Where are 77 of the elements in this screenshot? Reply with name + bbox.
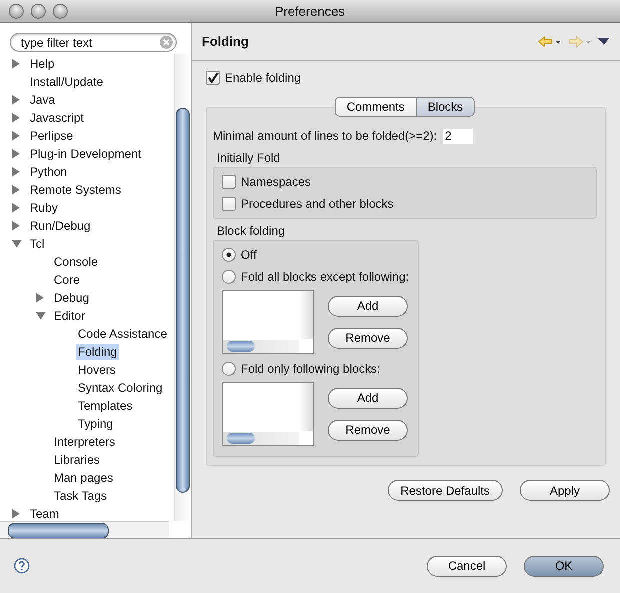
group-title: Initially Fold — [217, 151, 282, 165]
tree-item[interactable]: Editor — [52, 308, 88, 324]
checkbox[interactable] — [222, 197, 236, 211]
expander-icon[interactable] — [12, 240, 22, 248]
tree-item[interactable]: Console — [52, 254, 100, 270]
horizontal-scrollbar[interactable] — [0, 521, 169, 538]
page-button[interactable]: Apply — [520, 480, 610, 501]
back-icon[interactable] — [538, 36, 562, 48]
expander-icon[interactable] — [36, 312, 46, 320]
tree-item[interactable]: Ruby — [28, 200, 60, 216]
expander-icon[interactable] — [12, 221, 20, 231]
tree-item[interactable]: Core — [52, 272, 82, 288]
window-title: Preferences — [274, 4, 346, 18]
tree-item[interactable]: Run/Debug — [28, 218, 93, 234]
tree-item[interactable]: Python — [28, 164, 70, 180]
list-button[interactable]: Remove — [328, 328, 408, 348]
checkbox[interactable] — [206, 71, 220, 85]
help-icon[interactable] — [14, 558, 30, 574]
expander-icon[interactable] — [12, 59, 20, 69]
expander-icon[interactable] — [12, 149, 20, 159]
list-box[interactable] — [222, 290, 314, 354]
menu-icon[interactable] — [598, 38, 610, 46]
radio-button[interactable] — [222, 362, 236, 376]
list-button[interactable]: Add — [328, 388, 408, 408]
list-button[interactable]: Remove — [328, 420, 408, 440]
dialog-button[interactable]: OK — [524, 556, 604, 576]
checkbox-label: Procedures and other blocks — [241, 197, 394, 211]
tree-item[interactable]: Typing — [76, 416, 116, 432]
radio-button[interactable] — [222, 248, 236, 262]
tree-item[interactable]: Plug-in Development — [28, 146, 144, 162]
filter-field[interactable]: type filter text — [10, 33, 177, 52]
radio-button[interactable] — [222, 270, 236, 284]
close-button[interactable] — [9, 4, 24, 18]
checkbox-label: Enable folding — [225, 71, 302, 85]
tree-item[interactable]: Task Tags — [52, 488, 110, 504]
expander-icon[interactable] — [12, 113, 20, 123]
tree-item[interactable]: Install/Update — [28, 74, 106, 90]
tree-item[interactable]: Remote Systems — [28, 182, 124, 198]
scrollbar[interactable] — [174, 54, 191, 521]
tree-item[interactable]: Templates — [76, 398, 135, 414]
tree-item[interactable]: Help — [28, 56, 57, 72]
expander-icon[interactable] — [12, 185, 20, 195]
expander-icon[interactable] — [12, 203, 20, 213]
expander-icon[interactable] — [12, 167, 20, 177]
group-title: Block folding — [217, 224, 286, 238]
tree-item[interactable]: Man pages — [52, 470, 116, 486]
radio-label: Off — [241, 248, 257, 262]
tab[interactable]: Comments — [334, 97, 417, 117]
tree-item[interactable]: Tcl — [28, 236, 47, 252]
tree-item[interactable]: Hovers — [76, 362, 118, 378]
lines-field[interactable]: 2 — [443, 128, 474, 144]
expander-icon[interactable] — [12, 131, 20, 141]
dialog-button[interactable]: Cancel — [427, 556, 507, 576]
field-label: Minimal amount of lines to be folded(>=2): — [213, 129, 438, 143]
checkbox[interactable] — [222, 175, 236, 189]
tree-item[interactable]: Team — [28, 506, 62, 521]
tree-item[interactable]: Perlipse — [28, 128, 76, 144]
tab[interactable]: Blocks — [416, 97, 476, 117]
tree-item[interactable]: Folding — [76, 344, 120, 360]
expander-icon[interactable] — [12, 95, 20, 105]
tree-item[interactable]: Java — [28, 92, 58, 108]
list-box[interactable] — [222, 382, 314, 446]
zoom-button[interactable] — [53, 4, 68, 18]
tree-item[interactable]: Libraries — [52, 452, 102, 468]
tree-item[interactable]: Debug — [52, 290, 92, 306]
page-button[interactable]: Restore Defaults — [388, 480, 503, 501]
checkbox-label: Namespaces — [241, 175, 312, 189]
tree-item[interactable]: Javascript — [28, 110, 86, 126]
expander-icon[interactable] — [36, 293, 44, 303]
tree-item[interactable]: Code Assistance — [76, 326, 170, 342]
tree-item[interactable]: Syntax Coloring — [76, 380, 165, 396]
page-title: Folding — [202, 34, 249, 49]
minimize-button[interactable] — [31, 4, 46, 18]
radio-label: Fold only following blocks: — [241, 362, 380, 376]
list-button[interactable]: Add — [328, 296, 408, 316]
radio-label: Fold all blocks except following: — [241, 270, 410, 284]
tree-item[interactable]: Interpreters — [52, 434, 118, 450]
